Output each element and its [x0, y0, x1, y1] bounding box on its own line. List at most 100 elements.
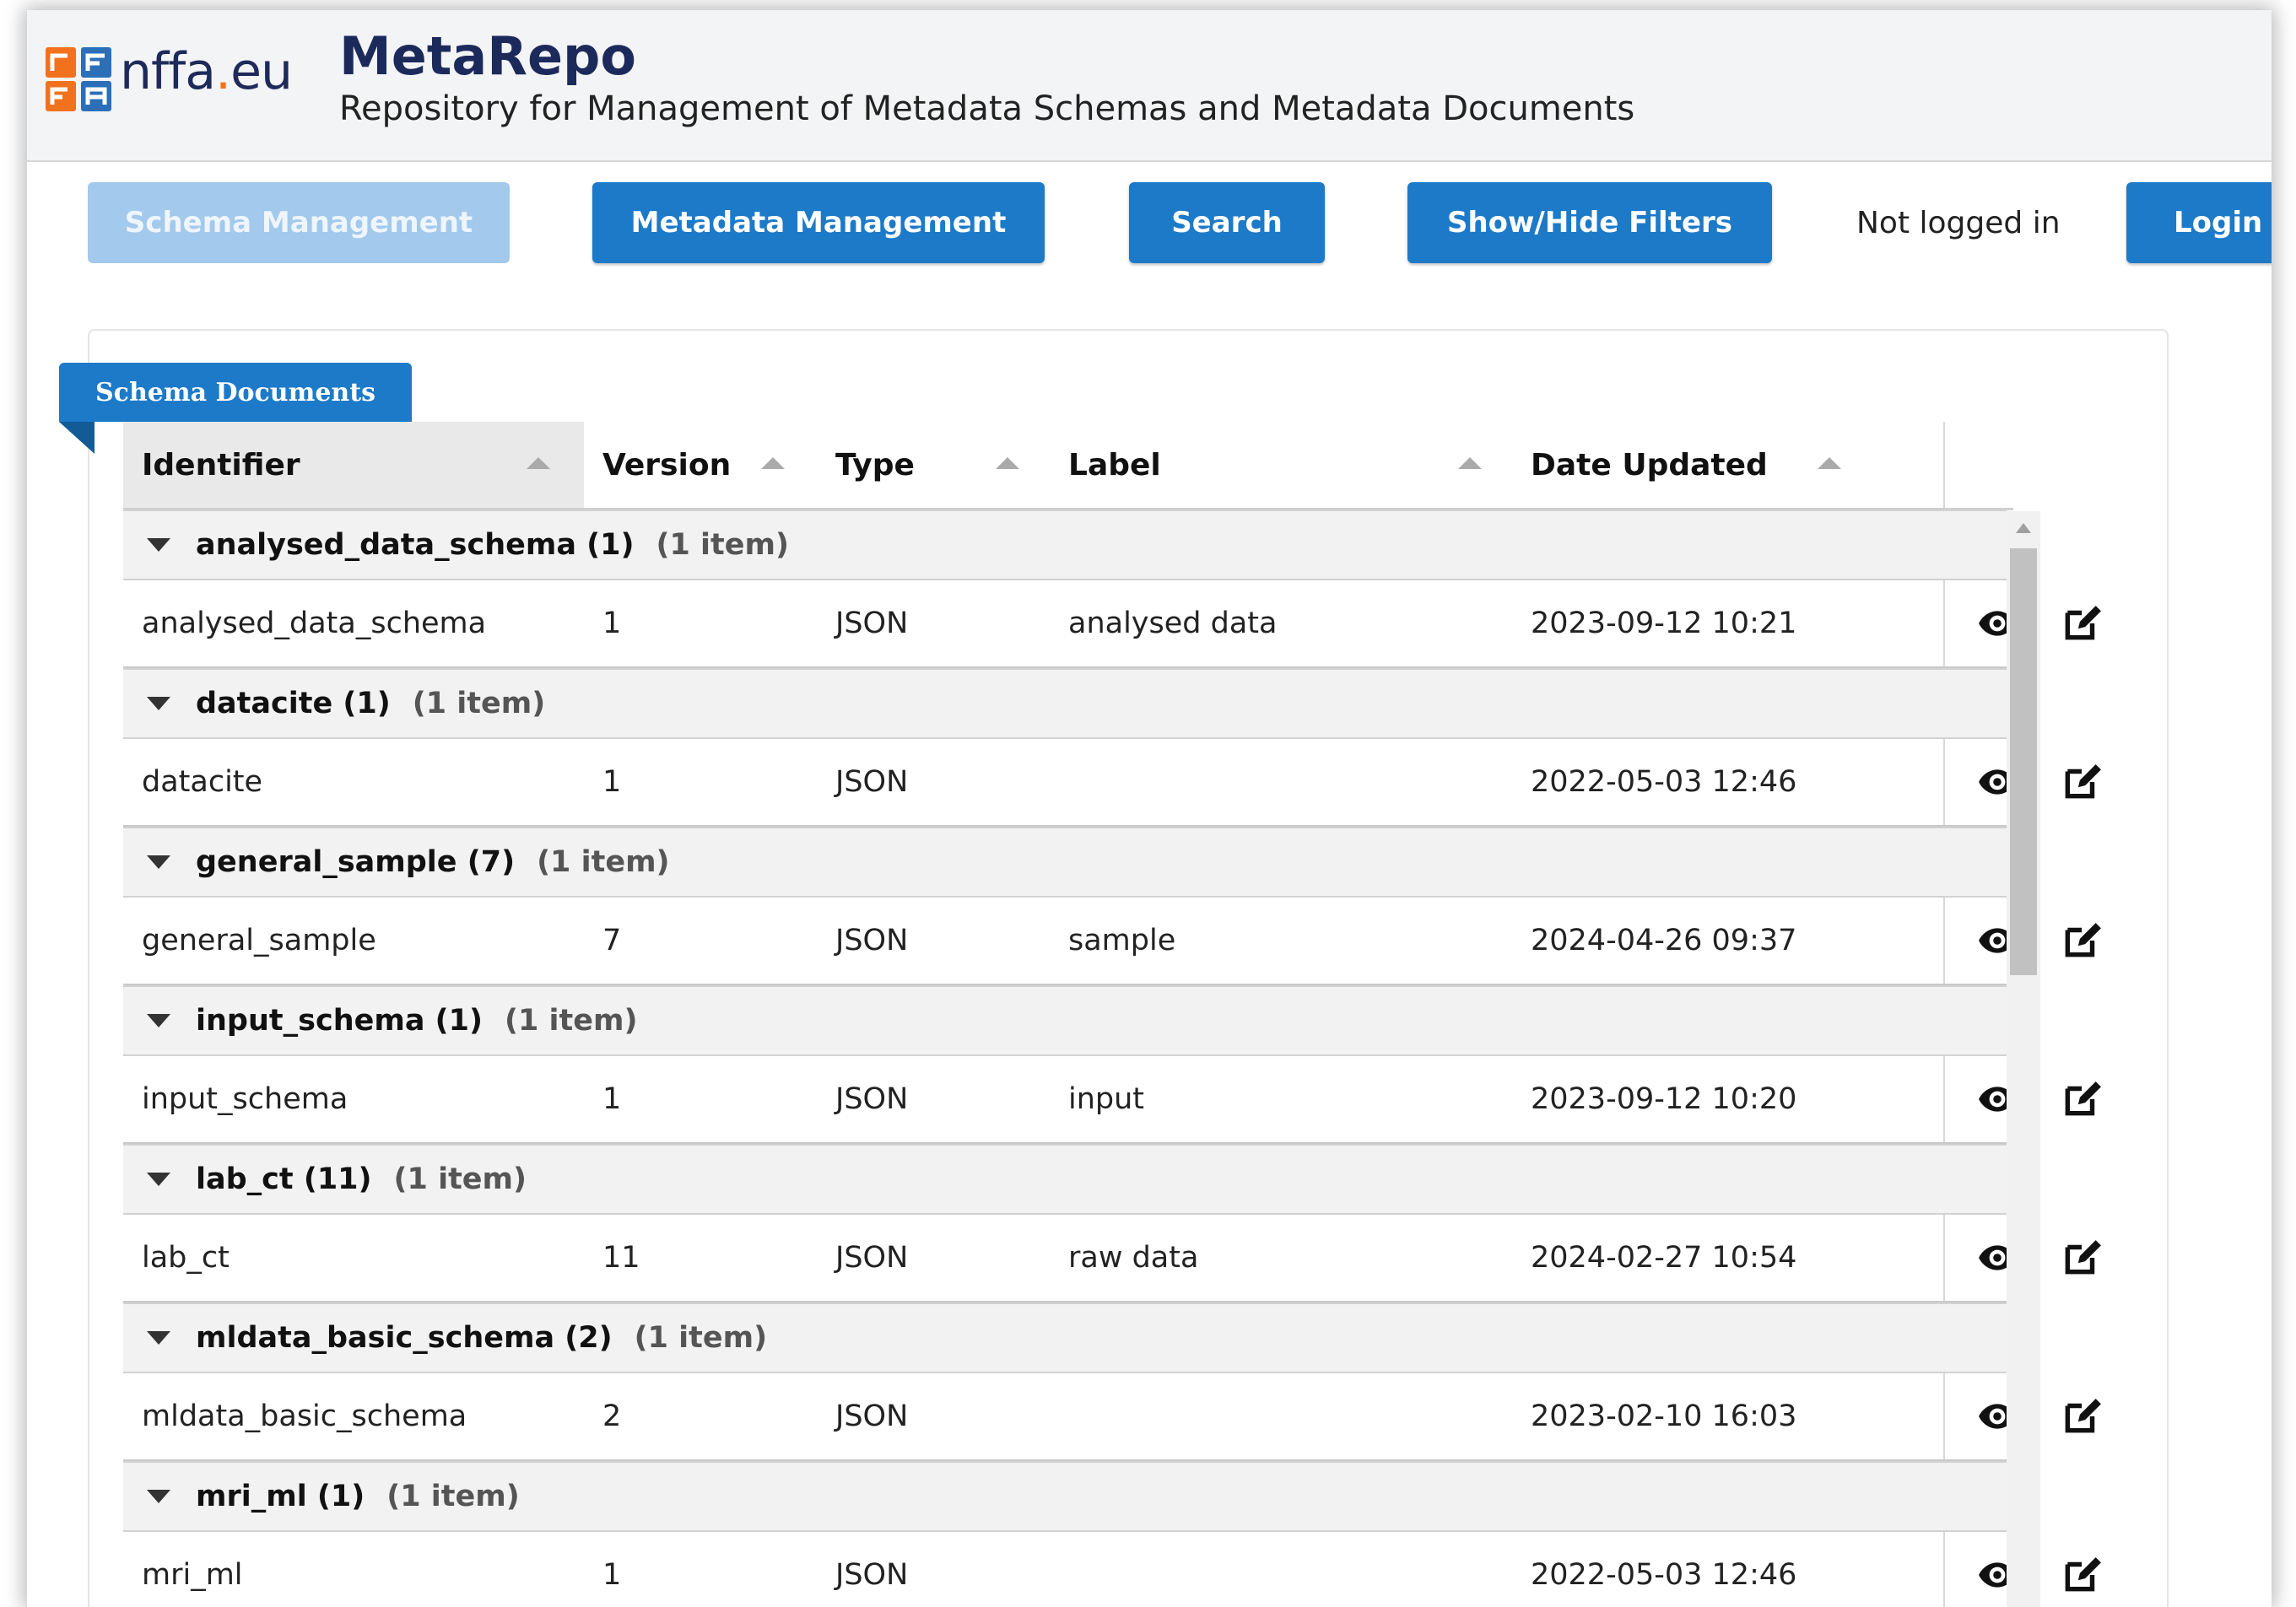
column-header-label: Version	[602, 447, 732, 483]
group-item-count: (1 item)	[634, 1321, 768, 1355]
scrollbar-thumb[interactable]	[2010, 548, 2037, 975]
app-title: MetaRepo	[339, 25, 636, 87]
collapse-triangle-icon[interactable]	[147, 855, 170, 869]
column-header-label[interactable]: Label	[1050, 422, 1512, 508]
cell-version: 7	[602, 924, 622, 957]
cell-identifier: datacite	[142, 765, 263, 799]
group-item-count: (1 item)	[386, 1480, 520, 1513]
table-row: mri_ml 1 JSON 2022-05-03 12:46	[123, 1532, 2101, 1607]
cell-identifier: input_schema	[142, 1082, 348, 1116]
column-header-label: Type	[835, 447, 915, 483]
nffa-logo-mark-icon	[46, 47, 111, 111]
metadata-management-button[interactable]: Metadata Management	[592, 182, 1045, 263]
collapse-triangle-icon[interactable]	[147, 538, 170, 552]
sort-arrow-icon	[761, 457, 785, 469]
edit-icon[interactable]	[2061, 1078, 2103, 1120]
page-header: nffa.eu MetaRepo Repository for Manageme…	[27, 10, 2272, 162]
cell-type: JSON	[835, 1082, 909, 1116]
logo-wordmark: nffa.eu	[120, 42, 293, 101]
group-item-count: (1 item)	[504, 1004, 638, 1038]
schema-documents-tab: Schema Documents	[59, 363, 412, 422]
group-name: mldata_basic_schema (2)	[196, 1321, 613, 1355]
login-button[interactable]: Login	[2126, 182, 2272, 263]
group-header[interactable]: lab_ct (11) (1 item)	[123, 1144, 2007, 1215]
cell-label: analysed data	[1068, 607, 1278, 640]
app-subtitle: Repository for Management of Metadata Sc…	[339, 89, 1635, 128]
column-header-label: Identifier	[142, 447, 300, 483]
table-header: Identifier Version Type Label Date Updat…	[123, 422, 2013, 510]
column-header-identifier[interactable]: Identifier	[123, 422, 584, 508]
cell-version: 1	[602, 765, 622, 799]
sort-arrow-icon	[1458, 457, 1482, 469]
sort-arrow-icon	[996, 457, 1019, 469]
group-header[interactable]: mldata_basic_schema (2) (1 item)	[123, 1302, 2007, 1373]
cell-date-updated: 2024-02-27 10:54	[1531, 1241, 1797, 1275]
group-header[interactable]: datacite (1) (1 item)	[123, 668, 2007, 739]
column-header-label: Date Updated	[1531, 447, 1768, 483]
column-divider	[1943, 1373, 1945, 1459]
group-name: lab_ct (11)	[196, 1162, 372, 1196]
cell-identifier: lab_ct	[142, 1241, 230, 1275]
search-button[interactable]: Search	[1129, 182, 1325, 263]
edit-icon[interactable]	[2061, 761, 2103, 803]
cell-date-updated: 2022-05-03 12:46	[1531, 1558, 1797, 1592]
group-header[interactable]: general_sample (7) (1 item)	[123, 827, 2007, 898]
table-scrollbar[interactable]	[2007, 511, 2040, 1607]
edit-icon[interactable]	[2061, 1395, 2103, 1437]
cell-version: 1	[602, 1558, 622, 1592]
cell-date-updated: 2023-09-12 10:20	[1531, 1082, 1797, 1116]
schema-management-button[interactable]: Schema Management	[88, 182, 510, 263]
cell-identifier: mldata_basic_schema	[142, 1399, 467, 1433]
cell-type: JSON	[835, 1241, 909, 1275]
column-divider	[1943, 1056, 1945, 1142]
table-row: lab_ct 11 JSON raw data 2024-02-27 10:54	[123, 1215, 2101, 1302]
column-divider	[1943, 1532, 1945, 1607]
group-item-count: (1 item)	[656, 528, 789, 562]
column-divider	[1943, 898, 1945, 984]
nffa-logo[interactable]: nffa.eu	[44, 37, 297, 117]
sort-arrow-icon	[1818, 457, 1841, 469]
edit-icon[interactable]	[2061, 919, 2103, 962]
column-header-type[interactable]: Type	[817, 422, 1050, 508]
cell-identifier: mri_ml	[142, 1558, 243, 1592]
column-divider	[1943, 739, 1945, 825]
cell-type: JSON	[835, 1558, 909, 1592]
column-divider	[1943, 1215, 1945, 1301]
edit-icon[interactable]	[2061, 602, 2103, 644]
cell-label: input	[1068, 1082, 1145, 1116]
group-header[interactable]: mri_ml (1) (1 item)	[123, 1461, 2007, 1532]
collapse-triangle-icon[interactable]	[147, 697, 170, 710]
column-header-date-updated[interactable]: Date Updated	[1512, 422, 1942, 508]
edit-icon[interactable]	[2061, 1554, 2103, 1596]
group-name: analysed_data_schema (1)	[196, 528, 635, 562]
cell-version: 1	[602, 1082, 622, 1116]
column-divider	[1943, 422, 1945, 508]
group-header[interactable]: input_schema (1) (1 item)	[123, 985, 2007, 1056]
cell-date-updated: 2023-09-12 10:21	[1531, 607, 1797, 640]
group-name: mri_ml (1)	[196, 1480, 365, 1513]
group-header[interactable]: analysed_data_schema (1) (1 item)	[123, 510, 2007, 580]
cell-version: 1	[602, 607, 622, 640]
edit-icon[interactable]	[2061, 1237, 2103, 1279]
table-row: mldata_basic_schema 2 JSON 2023-02-10 16…	[123, 1373, 2101, 1461]
scroll-up-arrow-icon[interactable]	[2016, 523, 2031, 533]
column-header-label: Label	[1068, 447, 1161, 483]
table-row: datacite 1 JSON 2022-05-03 12:46	[123, 739, 2101, 827]
cell-date-updated: 2022-05-03 12:46	[1531, 765, 1797, 799]
collapse-triangle-icon[interactable]	[147, 1331, 170, 1345]
tab-fold-decoration	[59, 422, 95, 454]
show-hide-filters-button[interactable]: Show/Hide Filters	[1407, 182, 1772, 263]
collapse-triangle-icon[interactable]	[147, 1490, 170, 1503]
cell-type: JSON	[835, 607, 909, 640]
column-header-version[interactable]: Version	[584, 422, 817, 508]
table-row: input_schema 1 JSON input 2023-09-12 10:…	[123, 1056, 2101, 1144]
sort-arrow-icon	[527, 457, 550, 469]
collapse-triangle-icon[interactable]	[147, 1173, 170, 1186]
group-item-count: (1 item)	[412, 687, 546, 720]
cell-version: 2	[602, 1399, 622, 1433]
cell-type: JSON	[835, 924, 909, 957]
collapse-triangle-icon[interactable]	[147, 1014, 170, 1027]
app-window: nffa.eu MetaRepo Repository for Manageme…	[27, 10, 2272, 1607]
column-divider	[1943, 580, 1945, 666]
group-item-count: (1 item)	[537, 845, 670, 879]
